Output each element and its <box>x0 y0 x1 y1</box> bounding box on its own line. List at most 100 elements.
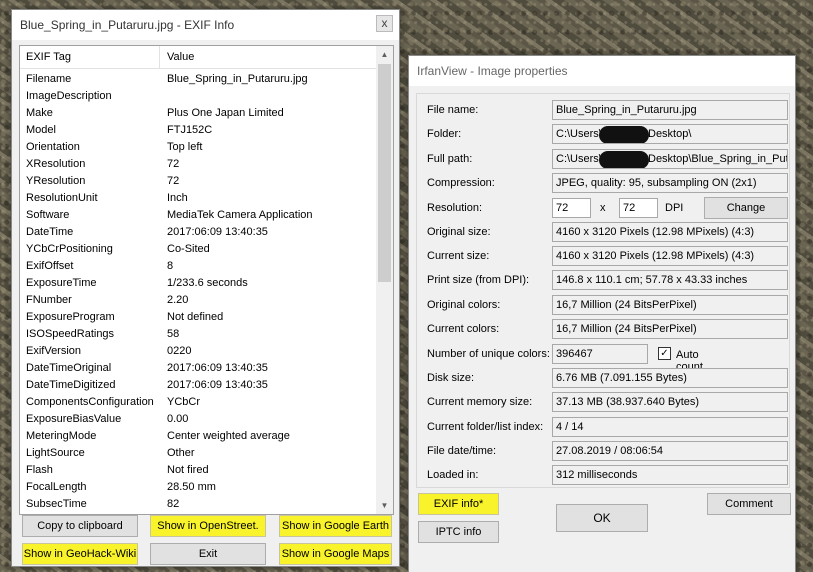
show-in-geohack-wiki-button[interactable]: Show in GeoHack-Wiki <box>22 543 138 565</box>
exif-value-cell: 28.50 mm <box>167 481 216 493</box>
exif-tag-cell: DateTime <box>26 226 74 238</box>
exif-row[interactable]: Model FTJ152C <box>20 122 376 139</box>
print-size-field[interactable]: 146.8 x 110.1 cm; 57.78 x 43.33 inches <box>552 270 788 290</box>
scrollbar-thumb[interactable] <box>378 64 391 282</box>
exif-value-cell: MediaTek Camera Application <box>167 209 313 221</box>
close-button[interactable]: x <box>376 15 393 32</box>
exif-row[interactable]: ComponentsConfiguration YCbCr <box>20 394 376 411</box>
exif-row[interactable]: Make Plus One Japan Limited <box>20 105 376 122</box>
exif-tag-cell: LightSource <box>26 447 85 459</box>
scroll-up-icon[interactable]: ▲ <box>376 46 393 63</box>
file-name-label: File name: <box>427 104 479 116</box>
show-in-google-maps-button[interactable]: Show in Google Maps <box>279 543 392 565</box>
column-header-exif-tag[interactable]: EXIF Tag <box>26 51 71 63</box>
exif-titlebar[interactable]: Blue_Spring_in_Putaruru.jpg - EXIF Info … <box>12 10 399 40</box>
exif-row[interactable]: ISOSpeedRatings 58 <box>20 326 376 343</box>
exif-value-cell: 82 <box>167 498 180 510</box>
exif-row[interactable]: YResolution 72 <box>20 173 376 190</box>
exif-value-cell: 2017:06:09 13:40:35 <box>167 379 268 391</box>
print-size-label: Print size (from DPI): <box>427 274 530 286</box>
exif-tag-cell: XResolution <box>26 158 86 170</box>
exif-tag-cell: Flash <box>26 464 53 476</box>
exif-row[interactable]: MeteringMode Center weighted average <box>20 428 376 445</box>
exif-value-cell: 72 <box>167 175 180 187</box>
exif-tag-cell: SubsecTime <box>26 498 87 510</box>
exif-value-cell: 8 <box>167 260 174 272</box>
exif-value-cell: Not defined <box>167 311 224 323</box>
folder-value-start: C:\Users\ <box>556 128 602 140</box>
full-path-field[interactable]: C:\Users\ Desktop\Blue_Spring_in_Puta <box>552 149 788 169</box>
exif-row[interactable]: Orientation Top left <box>20 139 376 156</box>
exif-row[interactable]: YCbCrPositioning Co-Sited <box>20 241 376 258</box>
exif-value-cell: Blue_Spring_in_Putaruru.jpg <box>167 73 308 85</box>
change-resolution-button[interactable]: Change <box>704 197 788 219</box>
exif-value-cell: Other <box>167 447 195 459</box>
iptc-info-button[interactable]: IPTC info <box>418 521 499 543</box>
exif-row[interactable]: Filename Blue_Spring_in_Putaruru.jpg <box>20 71 376 88</box>
current-size-field[interactable]: 4160 x 3120 Pixels (12.98 MPixels) (4:3) <box>552 246 788 266</box>
compression-label: Compression: <box>427 177 495 189</box>
show-in-google-earth-button[interactable]: Show in Google Earth <box>279 515 392 537</box>
exif-info-button[interactable]: EXIF info* <box>418 493 499 515</box>
scroll-down-icon[interactable]: ▼ <box>376 497 393 514</box>
exif-info-window: Blue_Spring_in_Putaruru.jpg - EXIF Info … <box>11 9 400 567</box>
exif-row[interactable]: ExifVersion 0220 <box>20 343 376 360</box>
exif-row[interactable]: ResolutionUnit Inch <box>20 190 376 207</box>
exif-tag-cell: ExposureBiasValue <box>26 413 122 425</box>
exif-row[interactable]: DateTimeOriginal 2017:06:09 13:40:35 <box>20 360 376 377</box>
exif-tag-cell: Model <box>26 124 56 136</box>
exif-row[interactable]: ExposureBiasValue 0.00 <box>20 411 376 428</box>
file-date-field[interactable]: 27.08.2019 / 08:06:54 <box>552 441 788 461</box>
exif-list-header: EXIF Tag Value <box>20 46 376 69</box>
exif-value-cell: 0.00 <box>167 413 189 425</box>
exif-row[interactable]: FNumber 2.20 <box>20 292 376 309</box>
ok-button[interactable]: OK <box>556 504 648 532</box>
exif-row[interactable]: DateTimeDigitized 2017:06:09 13:40:35 <box>20 377 376 394</box>
memory-size-field[interactable]: 37.13 MB (38.937.640 Bytes) <box>552 392 788 412</box>
original-colors-field[interactable]: 16,7 Million (24 BitsPerPixel) <box>552 295 788 315</box>
comment-button[interactable]: Comment <box>707 493 791 515</box>
column-divider[interactable] <box>159 46 160 69</box>
show-in-openstreet-button[interactable]: Show in OpenStreet. <box>150 515 266 537</box>
resolution-y-input[interactable]: 72 <box>619 198 658 218</box>
folder-field[interactable]: C:\Users\ Desktop\ <box>552 124 788 144</box>
file-name-field[interactable]: Blue_Spring_in_Putaruru.jpg <box>552 100 788 120</box>
current-colors-field[interactable]: 16,7 Million (24 BitsPerPixel) <box>552 319 788 339</box>
exif-row[interactable]: Flash Not fired <box>20 462 376 479</box>
exif-row[interactable]: DateTime 2017:06:09 13:40:35 <box>20 224 376 241</box>
exif-row[interactable]: FocalLength 28.50 mm <box>20 479 376 496</box>
exif-row[interactable]: ExposureProgram Not defined <box>20 309 376 326</box>
irfan-titlebar[interactable]: IrfanView - Image properties <box>409 56 795 86</box>
resolution-unit: DPI <box>665 202 684 214</box>
exif-row[interactable]: Software MediaTek Camera Application <box>20 207 376 224</box>
folder-index-field[interactable]: 4 / 14 <box>552 417 788 437</box>
exif-row[interactable]: ExifOffset 8 <box>20 258 376 275</box>
compression-field[interactable]: JPEG, quality: 95, subsampling ON (2x1) <box>552 173 788 193</box>
disk-size-field[interactable]: 6.76 MB (7.091.155 Bytes) <box>552 368 788 388</box>
exif-tag-cell: DateTimeDigitized <box>26 379 116 391</box>
original-size-field[interactable]: 4160 x 3120 Pixels (12.98 MPixels) (4:3) <box>552 222 788 242</box>
exif-value-cell: Not fired <box>167 464 209 476</box>
copy-to-clipboard-button[interactable]: Copy to clipboard <box>22 515 138 537</box>
exif-tag-cell: ComponentsConfiguration <box>26 396 154 408</box>
exif-row[interactable]: ExposureTime 1/233.6 seconds <box>20 275 376 292</box>
exit-button[interactable]: Exit <box>150 543 266 565</box>
exif-scrollbar[interactable]: ▲ ▼ <box>376 46 393 514</box>
auto-count-checkbox[interactable]: ✓ <box>658 347 671 360</box>
exif-row[interactable]: LightSource Other <box>20 445 376 462</box>
exif-list-view[interactable]: EXIF Tag Value Filename Blue_Spring_in_Pu… <box>19 45 394 515</box>
resolution-x-input[interactable]: 72 <box>552 198 591 218</box>
unique-colors-field[interactable]: 396467 <box>552 344 648 364</box>
exif-value-cell: 2017:06:09 13:40:35 <box>167 362 268 374</box>
current-size-label: Current size: <box>427 250 490 262</box>
column-header-value[interactable]: Value <box>167 51 194 63</box>
exif-tag-cell: Filename <box>26 73 72 85</box>
exif-value-cell: 72 <box>167 158 180 170</box>
loaded-in-field[interactable]: 312 milliseconds <box>552 465 788 485</box>
close-icon: x <box>381 16 388 30</box>
file-date-label: File date/time: <box>427 445 497 457</box>
exif-row[interactable]: XResolution 72 <box>20 156 376 173</box>
exif-row[interactable]: SubsecTime 82 <box>20 496 376 513</box>
loaded-in-label: Loaded in: <box>427 469 479 481</box>
exif-row[interactable]: ImageDescription <box>20 88 376 105</box>
